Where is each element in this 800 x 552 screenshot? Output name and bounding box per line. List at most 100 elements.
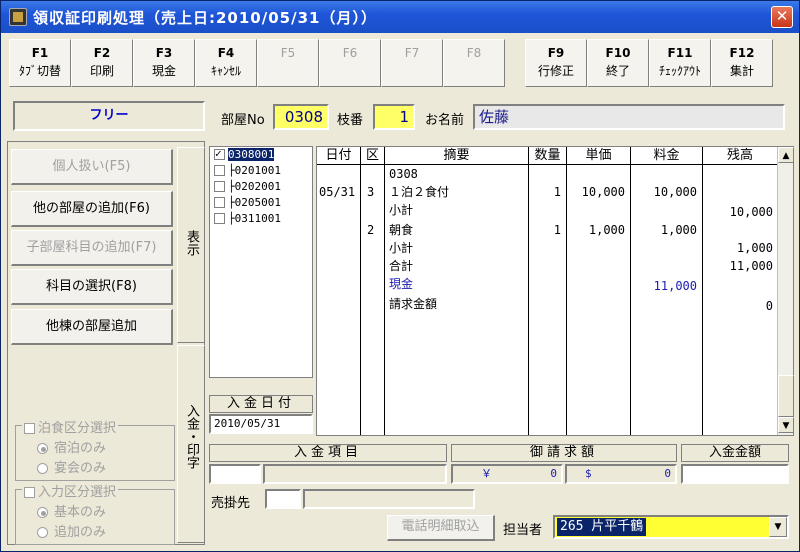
account-name-field <box>303 489 475 509</box>
cell-desc: 請求金額 <box>389 297 438 311</box>
tree-item[interactable]: ├0205001 <box>210 195 312 211</box>
cell-desc: １泊２食付 <box>389 185 450 199</box>
input-type-group-title: 入力区分選択 <box>22 481 119 500</box>
radio-off-icon <box>37 463 48 474</box>
tree-item[interactable]: ├0202001 <box>210 179 312 195</box>
stay-only-radio[interactable]: 宿泊のみ <box>37 437 106 456</box>
f9-button[interactable]: F9 行修正 <box>525 39 587 87</box>
cell-qty: 1 <box>553 223 561 237</box>
payment-amount-field[interactable] <box>681 464 789 484</box>
add-other-building-room-button[interactable]: 他棟の部屋追加 <box>11 309 173 345</box>
add-child-room-item-button[interactable]: 子部屋科目の追加(F7) <box>11 230 173 266</box>
yen-symbol: ￥ <box>481 467 492 480</box>
f10-button[interactable]: F10 終了 <box>587 39 649 87</box>
tree-item[interactable]: ├0311001 <box>210 211 312 227</box>
col-desc-header: 摘要 <box>385 147 529 165</box>
col-date-header: 日付 <box>317 147 361 165</box>
radio-on-icon <box>37 507 48 518</box>
cell-qty: 1 <box>553 185 561 199</box>
checkbox-icon[interactable] <box>214 196 225 208</box>
app-icon <box>9 8 27 26</box>
scroll-up-icon[interactable]: ▲ <box>778 147 794 163</box>
banquet-only-radio[interactable]: 宴会のみ <box>37 457 106 476</box>
tab-display[interactable]: 表示 <box>177 147 205 343</box>
cell-balance: 10,000 <box>729 205 773 219</box>
cell-balance: 1,000 <box>736 241 773 255</box>
f12-button[interactable]: F12 集計 <box>711 39 773 87</box>
radio-on-icon <box>37 443 48 454</box>
basic-only-radio[interactable]: 基本のみ <box>37 501 106 520</box>
cell-price: 1,000 <box>588 223 625 237</box>
tab-display-label: 表示 <box>184 230 199 256</box>
staff-select[interactable]: 265 片平千鶴 ▼ <box>553 515 789 539</box>
f4-button[interactable]: F4 ｷｬﾝｾﾙ <box>195 39 257 87</box>
checkbox-icon[interactable] <box>214 164 225 176</box>
cell-desc: 朝食 <box>389 223 414 237</box>
cell-date: 05/31 <box>319 185 356 199</box>
cell-kubun: 2 <box>367 223 375 237</box>
branch-label: 枝番 <box>337 113 364 128</box>
cell-fee: 11,000 <box>653 279 697 293</box>
individual-handling-button[interactable]: 個人扱い(F5) <box>11 149 173 185</box>
f6-button[interactable]: F6 <box>319 39 381 87</box>
invoice-dollar-field: $ 0 <box>565 464 677 484</box>
f5-button[interactable]: F5 <box>257 39 319 87</box>
f3-button[interactable]: F3 現金 <box>133 39 195 87</box>
checkbox-checked-icon[interactable] <box>214 146 225 162</box>
invoice-yen-field: ￥ 0 <box>451 464 563 484</box>
checkbox-icon[interactable] <box>214 212 225 224</box>
invoice-amount-header: 御請求額 <box>451 444 677 462</box>
payment-date-header: 入金日付 <box>209 395 313 413</box>
add-other-room-button[interactable]: 他の部屋の追加(F6) <box>11 191 173 227</box>
account-code-field[interactable] <box>265 489 301 509</box>
additional-only-radio[interactable]: 追加のみ <box>37 521 106 540</box>
f7-button[interactable]: F7 <box>381 39 443 87</box>
scroll-thumb[interactable] <box>778 375 794 417</box>
tab-payment[interactable]: 入金・印字 <box>177 345 205 543</box>
payment-item-header: 入金項目 <box>209 444 447 462</box>
branch-field[interactable]: 1 <box>373 104 415 130</box>
cell-desc: 小計 <box>389 241 414 255</box>
col-qty-header: 数量 <box>529 147 567 165</box>
grid-scrollbar[interactable]: ▲ ▼ <box>777 147 794 435</box>
name-label: お名前 <box>425 113 465 128</box>
cell-desc: 現金 <box>389 277 414 291</box>
input-type-checkbox[interactable] <box>24 487 35 498</box>
detail-grid[interactable]: 日付 区 摘要 数量 単価 料金 残高 0308 05/31 3 １泊２食付 1… <box>316 146 794 436</box>
dollar-value: 0 <box>664 467 671 480</box>
tree-item[interactable]: 0308001 <box>210 146 312 163</box>
room-tree[interactable]: 0308001 ├0201001 ├0202001 ├0205001 ├0311… <box>209 146 313 378</box>
select-item-button[interactable]: 科目の選択(F8) <box>11 269 173 305</box>
import-phone-details-button[interactable]: 電話明細取込 <box>387 515 495 541</box>
title-bar: 領収証印刷処理（売上日:2010/05/31（月）） ✕ <box>1 1 799 33</box>
f2-button[interactable]: F2 印刷 <box>71 39 133 87</box>
grid-header: 日付 区 摘要 数量 単価 料金 残高 <box>317 147 777 165</box>
stay-type-checkbox[interactable] <box>24 423 35 434</box>
f1-button[interactable]: F1 ﾀﾌﾞ切替 <box>9 39 71 87</box>
checkbox-icon[interactable] <box>214 180 225 192</box>
dollar-symbol: $ <box>585 467 592 480</box>
payment-date-field[interactable]: 2010/05/31 <box>209 414 313 434</box>
payment-amount-header: 入金金額 <box>681 444 789 462</box>
scroll-down-icon[interactable]: ▼ <box>778 417 794 433</box>
cell-balance: 11,000 <box>729 259 773 273</box>
stay-type-group-title: 泊食区分選択 <box>22 417 119 436</box>
cell-desc: 0308 <box>389 167 418 181</box>
receipt-print-window: 領収証印刷処理（売上日:2010/05/31（月）） ✕ F1 ﾀﾌﾞ切替 F2 印… <box>0 0 800 552</box>
col-price-header: 単価 <box>567 147 631 165</box>
cell-desc: 小計 <box>389 203 414 217</box>
close-button[interactable]: ✕ <box>771 6 793 28</box>
cell-fee: 1,000 <box>660 223 697 237</box>
tree-item[interactable]: ├0201001 <box>210 163 312 179</box>
cell-desc: 合計 <box>389 259 414 273</box>
col-balance-header: 残高 <box>726 148 753 163</box>
staff-value: 265 片平千鶴 <box>557 518 647 536</box>
guest-name-field[interactable]: 佐藤 <box>473 104 785 130</box>
cell-kubun: 3 <box>367 185 375 199</box>
f11-button[interactable]: F11 ﾁｪｯｸｱｳﾄ <box>649 39 711 87</box>
room-no-field[interactable]: 0308 <box>273 104 329 130</box>
payment-item-code-field[interactable] <box>209 464 261 484</box>
chevron-down-icon[interactable]: ▼ <box>769 517 787 537</box>
f8-button[interactable]: F8 <box>443 39 505 87</box>
col-kubun-header: 区 <box>361 147 385 165</box>
